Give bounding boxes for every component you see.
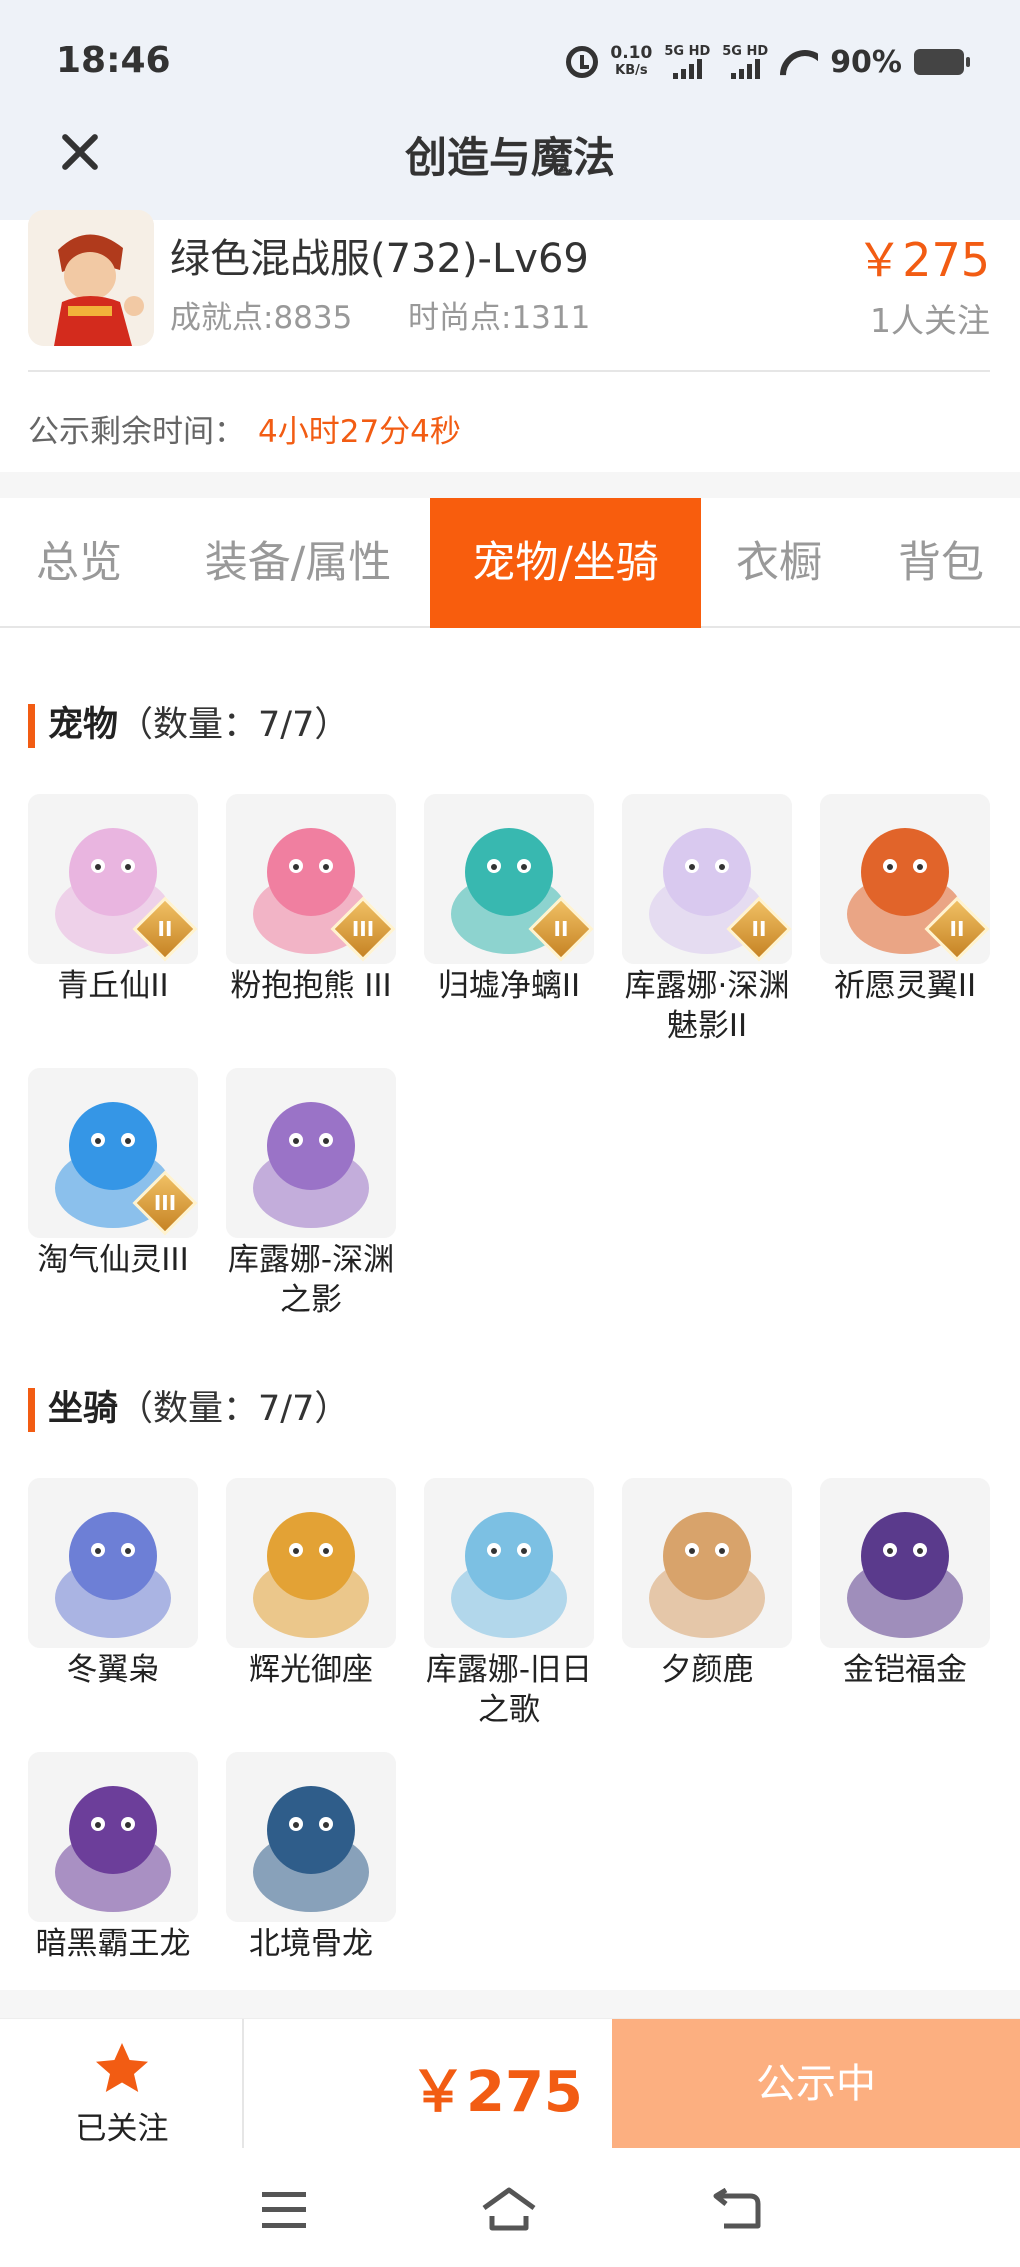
- mount-name: 金铠福金: [843, 1652, 967, 1688]
- blue-dog-spirit-icon: III: [28, 1068, 198, 1238]
- teal-dragon-icon: II: [424, 794, 594, 964]
- bottom-action-bar: 已关注 ￥275 公示中: [0, 2018, 1020, 2149]
- navigation-header: 创造与魔法: [0, 110, 1020, 220]
- star-icon: [96, 2043, 148, 2092]
- achievement-points: 成就点:8835: [170, 300, 353, 336]
- follow-label: 已关注: [75, 2111, 169, 2147]
- divider: [28, 370, 990, 372]
- menu-icon[interactable]: [262, 2192, 306, 2228]
- pet-item[interactable]: II 归墟净螭II: [424, 794, 594, 1006]
- blue-fluffy-girl-icon: [424, 1478, 594, 1648]
- mount-item[interactable]: 金铠福金: [820, 1478, 990, 1690]
- mount-item[interactable]: 冬翼枭: [28, 1478, 198, 1690]
- tab-overview[interactable]: 总览: [0, 498, 158, 628]
- system-navigation-bar: [0, 2148, 1020, 2267]
- mount-name: 夕颜鹿: [660, 1652, 754, 1688]
- mount-item[interactable]: 暗黑霸王龙: [28, 1752, 198, 1964]
- purple-fluffy-girl-icon: [226, 1068, 396, 1238]
- pet-name: 淘气仙灵III: [37, 1242, 189, 1278]
- top-bar: 18:46 0.10 KB/s 5G HD 5G HD 90% 创造与魔法: [0, 0, 1020, 220]
- home-icon[interactable]: [480, 2186, 538, 2234]
- blossom-deer-icon: [622, 1478, 792, 1648]
- pink-bear-icon: III: [226, 794, 396, 964]
- remaining-time-value: 4小时27分4秒: [258, 414, 461, 450]
- signal-icon: 5G HD: [664, 45, 710, 79]
- pet-name: 归墟净螭II: [437, 968, 581, 1004]
- armored-beast-icon: [820, 1478, 990, 1648]
- follower-count: 1人关注: [870, 301, 990, 340]
- pets-section-title: 宠物（数量：7/7）: [28, 696, 349, 748]
- status-icons: 0.10 KB/s 5G HD 5G HD 90%: [566, 38, 970, 86]
- pet-name: 库露娜-深渊之影: [227, 1242, 395, 1318]
- mount-item[interactable]: 夕颜鹿: [622, 1478, 792, 1690]
- pet-name: 库露娜·深渊魅影II: [624, 968, 790, 1044]
- pet-item[interactable]: II 祈愿灵翼II: [820, 794, 990, 1006]
- dark-trex-icon: [28, 1752, 198, 1922]
- mount-name: 暗黑霸王龙: [35, 1926, 191, 1962]
- mount-item[interactable]: 库露娜-旧日之歌: [424, 1478, 594, 1730]
- alarm-icon: [566, 46, 599, 78]
- tab-equipment[interactable]: 装备/属性: [168, 498, 428, 628]
- mount-name: 北境骨龙: [249, 1926, 373, 1962]
- mount-name: 冬翼枭: [66, 1652, 160, 1688]
- mounts-section-title: 坐骑（数量：7/7）: [28, 1380, 349, 1432]
- mount-name: 辉光御座: [249, 1652, 373, 1688]
- fire-griffin-icon: II: [820, 794, 990, 964]
- pet-name: 祈愿灵翼II: [833, 968, 977, 1004]
- white-hair-fairy-icon: II: [622, 794, 792, 964]
- pet-item[interactable]: III 粉抱抱熊 III: [226, 794, 396, 1006]
- status-bar: 18:46 0.10 KB/s 5G HD 5G HD 90%: [0, 0, 1020, 120]
- pet-item[interactable]: 库露娜-深渊之影: [226, 1068, 396, 1320]
- tab-wardrobe[interactable]: 衣橱: [704, 498, 854, 628]
- pink-fox-fairy-icon: II: [28, 794, 198, 964]
- fashion-points: 时尚点:1311: [408, 300, 591, 336]
- publicity-status-button[interactable]: 公示中: [612, 2019, 1020, 2149]
- mount-item[interactable]: 北境骨龙: [226, 1752, 396, 1964]
- battery-level: 90%: [830, 44, 902, 80]
- listing-price: ￥275: [856, 233, 990, 287]
- wifi-icon: [780, 48, 818, 76]
- golden-throne-icon: [226, 1478, 396, 1648]
- character-avatar[interactable]: [28, 210, 154, 346]
- section-gap: [0, 1990, 1020, 2018]
- pet-item[interactable]: II 库露娜·深渊魅影II: [622, 794, 792, 1046]
- tab-bar: 总览 装备/属性 宠物/坐骑 衣橱 背包: [0, 498, 1020, 628]
- network-speed: 0.10 KB/s: [610, 43, 653, 79]
- listing-title: 绿色混战服(732)-Lv69: [170, 236, 589, 282]
- section-gap: [0, 472, 1020, 498]
- pet-name: 粉抱抱熊 III: [230, 968, 392, 1004]
- follow-button[interactable]: 已关注: [0, 2019, 244, 2149]
- clock: 18:46: [56, 40, 171, 81]
- back-icon[interactable]: [712, 2188, 762, 2232]
- bottom-price: ￥275: [410, 2060, 583, 2125]
- pet-item[interactable]: II 青丘仙II: [28, 794, 198, 1006]
- signal-icon: 5G HD: [722, 45, 768, 79]
- listing-card: 绿色混战服(732)-Lv69 成就点:8835 时尚点:1311 ￥275 1…: [0, 210, 1020, 470]
- snow-owl-icon: [28, 1478, 198, 1648]
- remaining-time-label: 公示剩余时间：: [28, 414, 245, 450]
- tab-pets-mounts[interactable]: 宠物/坐骑: [430, 498, 701, 628]
- mount-item[interactable]: 辉光御座: [226, 1478, 396, 1690]
- pet-name: 青丘仙II: [57, 968, 169, 1004]
- page-title: 创造与魔法: [404, 133, 615, 182]
- mount-name: 库露娜-旧日之歌: [425, 1652, 593, 1728]
- battery-icon: [914, 49, 970, 75]
- bone-dragon-icon: [226, 1752, 396, 1922]
- pet-item[interactable]: III 淘气仙灵III: [28, 1068, 198, 1280]
- tab-backpack[interactable]: 背包: [862, 498, 1020, 628]
